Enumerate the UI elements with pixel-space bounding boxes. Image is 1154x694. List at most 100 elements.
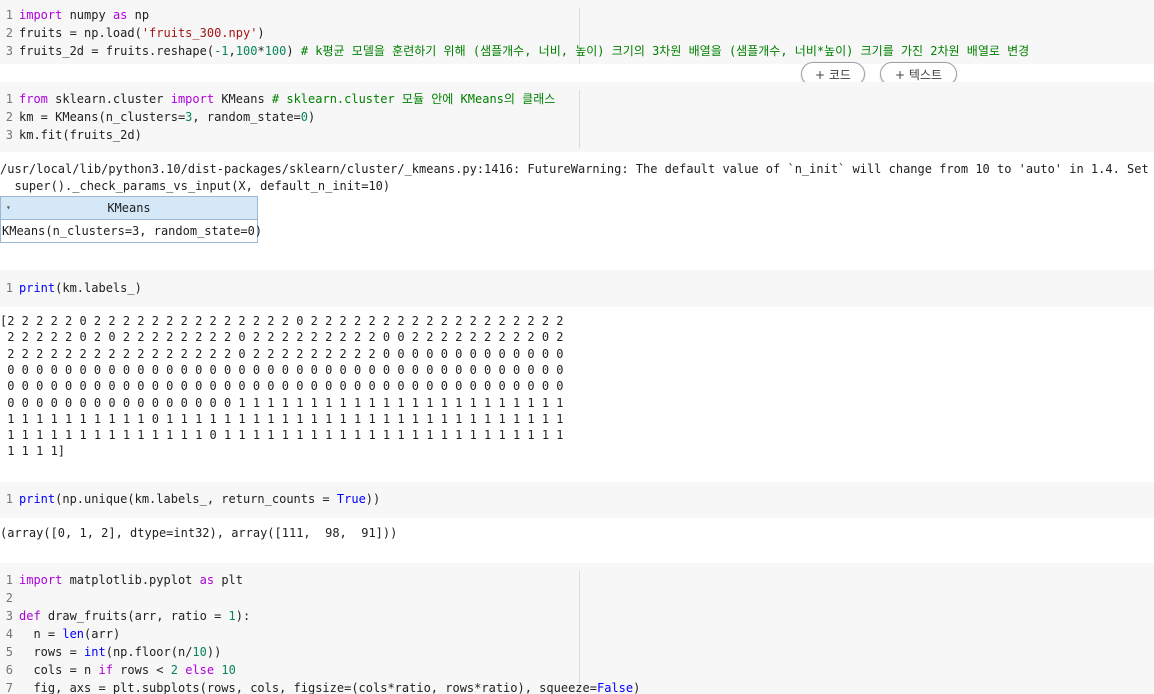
code-token: import xyxy=(170,92,215,106)
code-token: 100 xyxy=(264,44,287,58)
code-token: 2 xyxy=(170,663,178,677)
code-token: * xyxy=(257,44,265,58)
warning-line: super()._check_params_vs_input(X, defaul… xyxy=(0,179,391,193)
code-token: km = KMeans(n_clusters= xyxy=(19,110,186,124)
line-number: 1 xyxy=(5,8,13,22)
output-line: 0 0 0 0 0 0 0 0 0 0 0 0 0 0 0 0 0 0 0 0 … xyxy=(0,379,564,394)
column-ruler xyxy=(579,571,580,694)
output-line: 1 1 1 1] xyxy=(0,444,66,459)
code-token: )) xyxy=(206,645,222,659)
line-number: 1 xyxy=(5,281,13,295)
code-line[interactable]: 1 from sklearn.cluster import KMeans # sk… xyxy=(0,90,556,108)
unique-output: (array([0, 1, 2], dtype=int32), array([1… xyxy=(0,526,398,540)
output-line: 0 0 0 0 0 0 0 0 0 0 0 0 0 0 0 0 1 1 1 1 … xyxy=(0,395,564,410)
line-number: 2 xyxy=(5,26,13,40)
estimator-header[interactable]: ▾ KMeans xyxy=(1,197,257,220)
line-number: 4 xyxy=(5,627,13,641)
code-token: (np.unique(km.labels_, return_counts = xyxy=(55,492,337,506)
code-cell-5[interactable]: 1 import matplotlib.pyplot as plt 2 3 def dr… xyxy=(0,563,1154,694)
code-token: False xyxy=(596,681,634,694)
code-token: np xyxy=(127,8,150,22)
line-number: 7 xyxy=(5,681,13,694)
code-line[interactable]: 2 km = KMeans(n_clusters=3, random_state=… xyxy=(0,108,315,126)
code-token: ): xyxy=(235,609,251,623)
code-token: 'fruits_300.npy' xyxy=(141,26,258,40)
code-token: ) xyxy=(308,110,316,124)
code-line[interactable]: 3 km.fit(fruits_2d) xyxy=(0,126,142,144)
code-cell-4[interactable]: 1 print(np.unique(km.labels_, return_coun… xyxy=(0,482,1154,518)
code-line[interactable]: 2 xyxy=(0,589,19,607)
code-token: 1 xyxy=(228,609,236,623)
code-cell-1[interactable]: 1 import numpy as np 2 fruits = np.load('fr… xyxy=(0,0,1154,64)
code-token: fruits = np.load( xyxy=(19,26,142,40)
estimator-title: KMeans xyxy=(107,201,151,215)
code-token: if xyxy=(98,663,113,677)
code-line[interactable]: 7 fig, axs = plt.subplots(rows, cols, fi… xyxy=(0,679,641,694)
code-token: import xyxy=(19,573,63,587)
output-line: 1 1 1 1 1 1 1 1 1 1 1 1 1 1 0 1 1 1 1 1 … xyxy=(0,428,564,443)
code-line[interactable]: 1 print(np.unique(km.labels_, return_coun… xyxy=(0,490,380,508)
line-number: 3 xyxy=(5,128,13,142)
code-token: len xyxy=(62,627,85,641)
code-token: 10 xyxy=(221,663,236,677)
code-token: n = xyxy=(19,627,63,641)
column-ruler xyxy=(579,90,580,148)
code-token: sklearn.cluster xyxy=(47,92,171,106)
output-line: 2 2 2 2 2 2 2 2 2 2 2 2 2 2 2 2 0 2 2 2 … xyxy=(0,346,564,361)
line-number: 1 xyxy=(5,492,13,506)
code-token: from xyxy=(19,92,48,106)
code-token: -1 xyxy=(214,44,229,58)
line-number: 2 xyxy=(5,110,13,124)
code-token: km.fit(fruits_2d) xyxy=(19,128,142,142)
code-token: rows = xyxy=(19,645,85,659)
line-number: 3 xyxy=(5,44,13,58)
code-token: import xyxy=(19,8,63,22)
code-token: as xyxy=(112,8,128,22)
code-token: True xyxy=(336,492,366,506)
code-token: (np.floor(n/ xyxy=(105,645,193,659)
line-number: 1 xyxy=(5,573,13,587)
code-token: # k평균 모델을 훈련하기 위해 (샘플개수, 너비, 높이) 크기의 3차원… xyxy=(300,44,1030,58)
code-line[interactable]: 5 rows = int(np.floor(n/10)) xyxy=(0,643,222,661)
code-token: draw_fruits(arr, ratio = xyxy=(40,609,229,623)
output-line: 2 2 2 2 2 0 2 0 2 2 2 2 2 2 2 2 0 2 2 2 … xyxy=(0,330,564,345)
code-token: 100 xyxy=(235,44,258,58)
output-line: [2 2 2 2 2 0 2 2 2 2 2 2 2 2 2 2 2 2 2 2… xyxy=(0,314,564,328)
code-token: # sklearn.cluster 모듈 안에 KMeans의 클래스 xyxy=(271,92,556,106)
output-line: 0 0 0 0 0 0 0 0 0 0 0 0 0 0 0 0 0 0 0 0 … xyxy=(0,362,564,377)
code-token: cols = n xyxy=(19,663,99,677)
code-token: ) xyxy=(286,44,301,58)
estimator-repr: KMeans(n_clusters=3, random_state=0) xyxy=(2,224,263,238)
code-token: (km.labels_) xyxy=(55,281,142,295)
code-token: fruits_2d = fruits.reshape( xyxy=(19,44,215,58)
code-token: ) xyxy=(257,26,265,40)
code-line[interactable]: 1 import matplotlib.pyplot as plt xyxy=(0,571,243,589)
line-number: 5 xyxy=(5,645,13,659)
warning-line: /usr/local/lib/python3.10/dist-packages/… xyxy=(0,162,1154,176)
code-cell-2[interactable]: 1 from sklearn.cluster import KMeans # sk… xyxy=(0,82,1154,152)
code-cell-3[interactable]: 1 print(km.labels_) xyxy=(0,270,1154,307)
output-line: 1 1 1 1 1 1 1 1 1 1 0 1 1 1 1 1 1 1 1 1 … xyxy=(0,411,564,426)
code-token: , random_state= xyxy=(192,110,301,124)
line-number: 3 xyxy=(5,609,13,623)
line-number: 6 xyxy=(5,663,13,677)
code-line[interactable]: 6 cols = n if rows < 2 else 10 xyxy=(0,661,236,679)
code-token: print xyxy=(19,281,56,295)
code-token: , xyxy=(228,44,236,58)
code-token: ) xyxy=(633,681,641,694)
code-line[interactable]: 2 fruits = np.load('fruits_300.npy') xyxy=(0,24,265,42)
code-line[interactable]: 1 print(km.labels_) xyxy=(0,279,142,297)
code-line[interactable]: 1 import numpy as np xyxy=(0,6,149,24)
code-token: print xyxy=(19,492,56,506)
code-token: else xyxy=(185,663,215,677)
code-token: plt xyxy=(214,573,243,587)
code-line[interactable]: 4 n = len(arr) xyxy=(0,625,120,643)
code-line[interactable]: 3 fruits_2d = fruits.reshape(-1,100*100) … xyxy=(0,42,1029,60)
code-token: )) xyxy=(365,492,381,506)
code-token: 0 xyxy=(300,110,309,124)
code-token: 10 xyxy=(192,645,207,659)
code-line[interactable]: 3 def draw_fruits(arr, ratio = 1): xyxy=(0,607,250,625)
code-token: KMeans xyxy=(214,92,272,106)
line-number: 2 xyxy=(5,591,13,605)
estimator-widget[interactable]: ▾ KMeans KMeans(n_clusters=3, random_sta… xyxy=(0,196,263,243)
